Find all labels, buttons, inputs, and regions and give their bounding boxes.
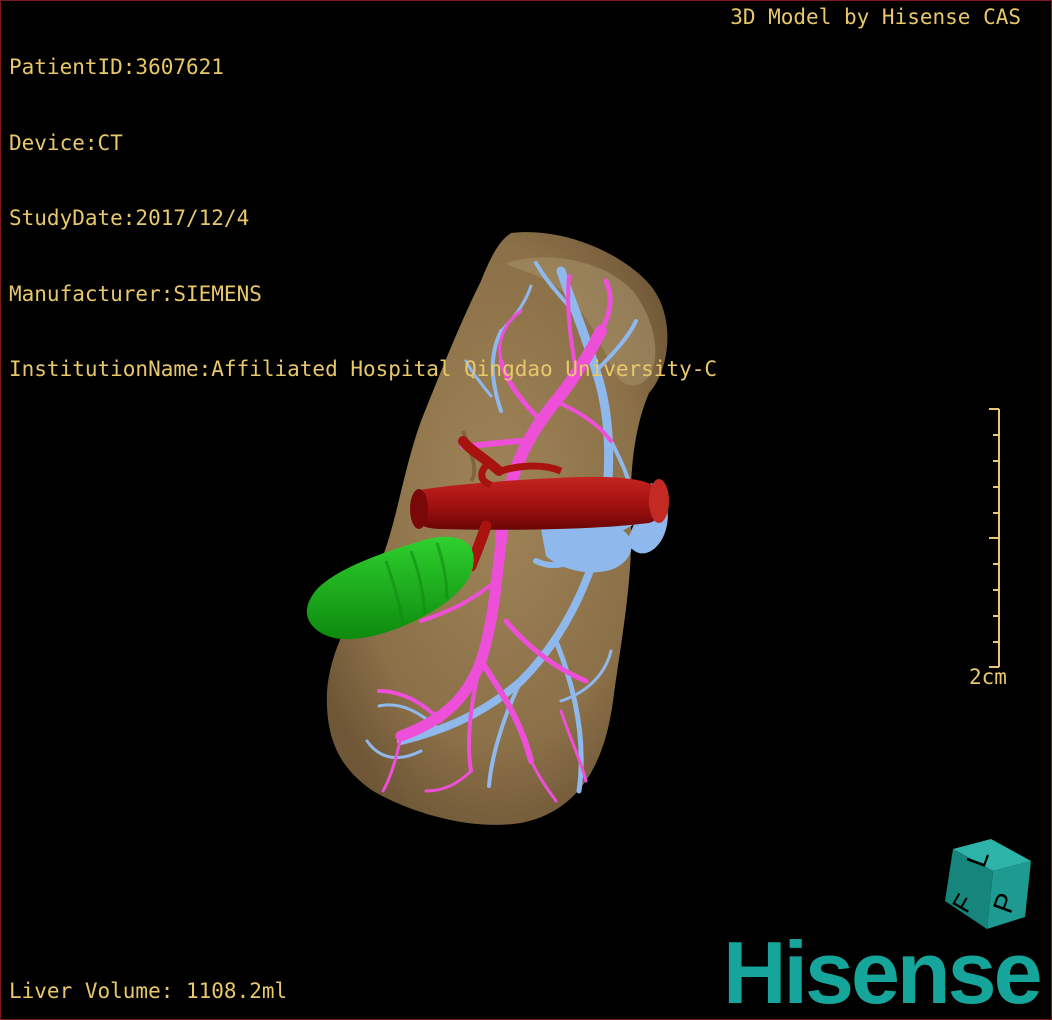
- institution-name: InstitutionName:Affiliated Hospital Qing…: [9, 357, 718, 381]
- model-credit: 3D Model by Hisense CAS: [730, 5, 1021, 29]
- patient-id: PatientID:3607621: [9, 55, 224, 79]
- study-date: StudyDate:2017/12/4: [9, 206, 250, 230]
- manufacturer: Manufacturer:SIEMENS: [9, 281, 262, 306]
- study-info: PatientID:3607621 Device:CT StudyDate:20…: [9, 5, 717, 433]
- hisense-logo: Hisense: [723, 923, 1043, 1020]
- 3d-viewport[interactable]: 2cm L P F PatientID:3607621 Device:CT St…: [0, 0, 1052, 1020]
- device: Device:CT: [9, 130, 123, 155]
- liver-volume: Liver Volume: 1108.2ml: [9, 979, 288, 1003]
